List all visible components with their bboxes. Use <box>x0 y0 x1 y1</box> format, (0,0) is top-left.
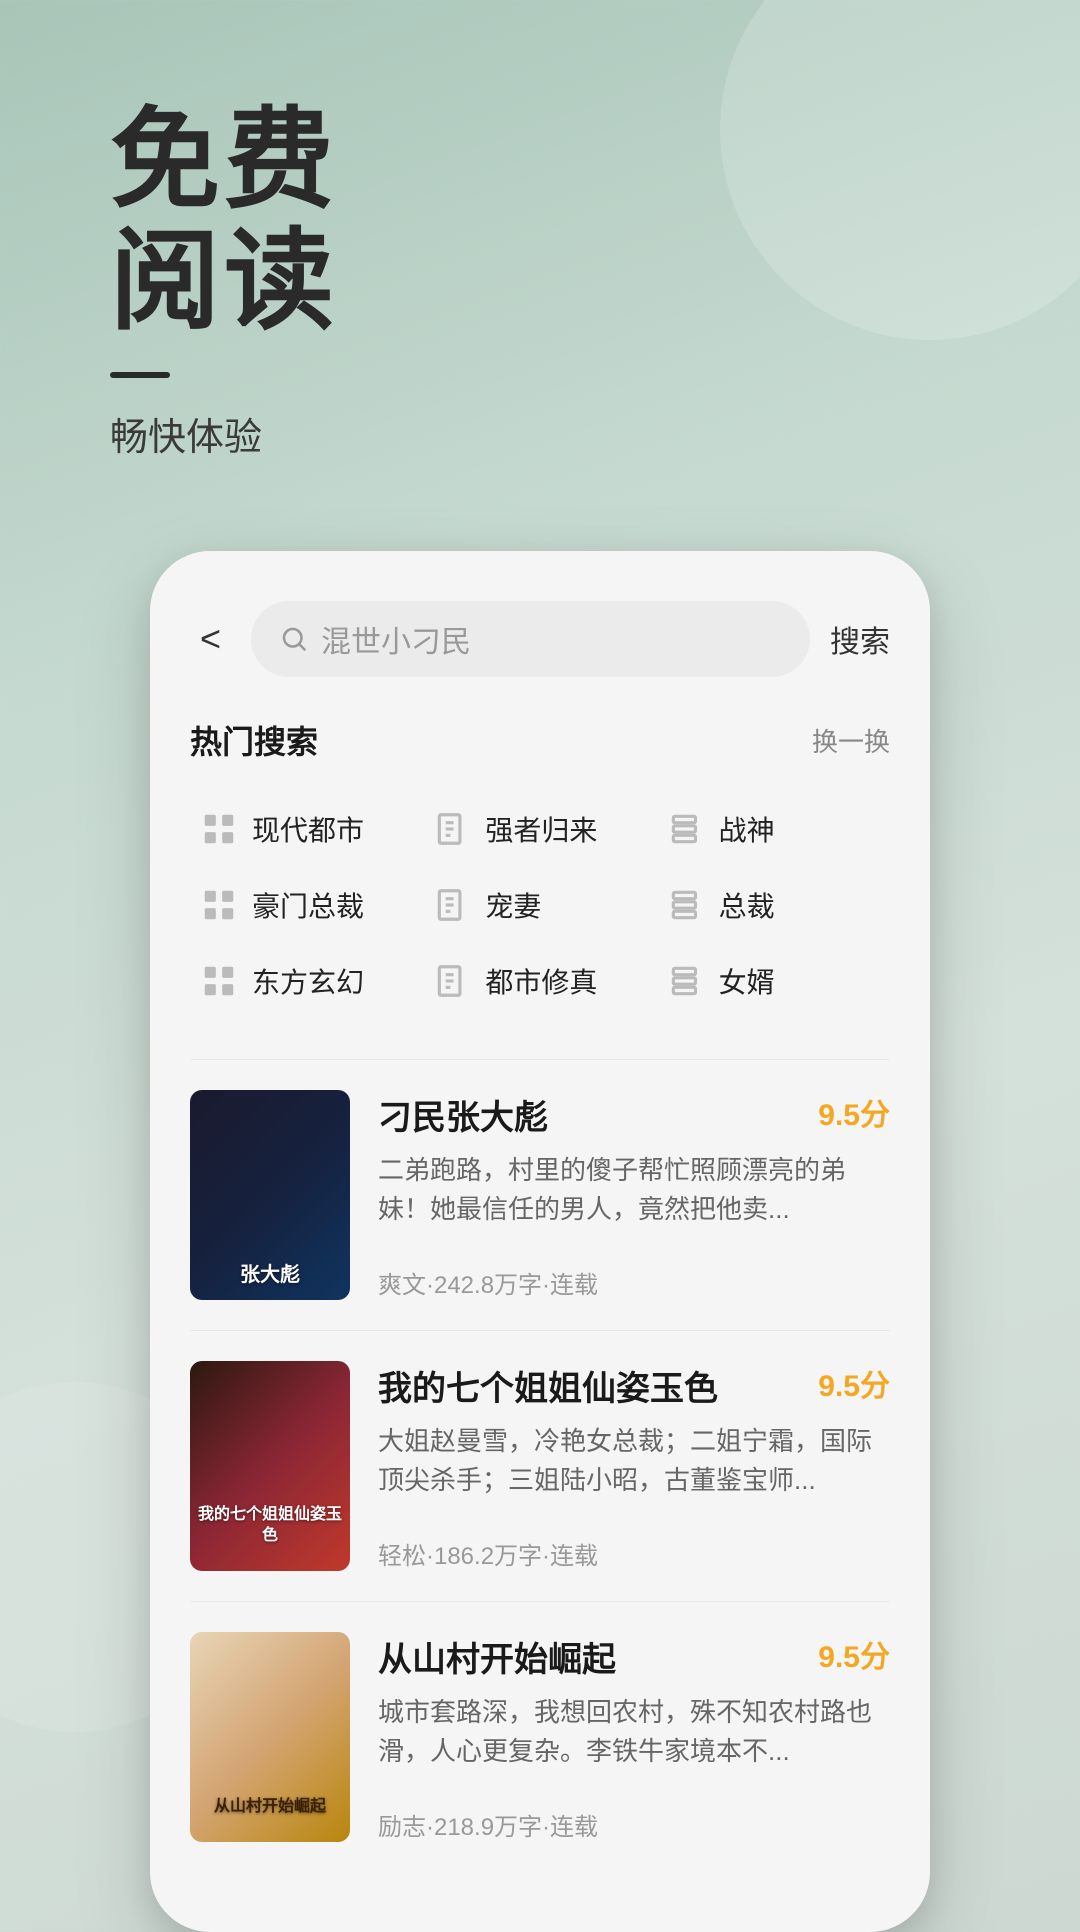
tag-grid: 现代都市 强者归来 战神 <box>190 791 890 1019</box>
grid-icon-3 <box>200 886 238 924</box>
book-list: 张大彪 刁民张大彪 9.5分 二弟跑路，村里的傻子帮忙照顾漂亮的弟妹！她最信任的… <box>190 1059 890 1872</box>
book-cover-0: 张大彪 <box>190 1090 350 1300</box>
hero-title: 免费 阅读 <box>110 100 1080 342</box>
search-row: < 混世小刁民 搜索 <box>190 601 890 677</box>
book-cover-2: 从山村开始崛起 <box>190 1632 350 1842</box>
tag-label-6: 东方玄幻 <box>252 961 364 1001</box>
book-desc-1: 大姐赵曼雪，冷艳女总裁；二姐宁霜，国际顶尖杀手；三姐陆小昭，古董鉴宝师... <box>378 1422 890 1500</box>
book-item-2[interactable]: 从山村开始崛起 从山村开始崛起 9.5分 城市套路深，我想回农村，殊不知农村路也… <box>190 1601 890 1872</box>
book-title-row-2: 从山村开始崛起 9.5分 <box>378 1632 890 1681</box>
stack-icon-2 <box>667 810 705 848</box>
book-info-2: 从山村开始崛起 9.5分 城市套路深，我想回农村，殊不知农村路也滑，人心更复杂。… <box>378 1632 890 1842</box>
book-icon-1 <box>433 810 471 848</box>
tag-label-7: 都市修真 <box>485 961 597 1001</box>
tag-label-0: 现代都市 <box>252 809 364 849</box>
book-score-0: 9.5分 <box>818 1090 890 1134</box>
book-title-row-0: 刁民张大彪 9.5分 <box>378 1090 890 1139</box>
tag-item-2[interactable]: 战神 <box>657 791 890 867</box>
tag-item-3[interactable]: 豪门总裁 <box>190 867 423 943</box>
search-icon <box>279 624 309 654</box>
book-title-row-1: 我的七个姐姐仙姿玉色 9.5分 <box>378 1361 890 1410</box>
tag-item-1[interactable]: 强者归来 <box>423 791 656 867</box>
tag-label-8: 女婿 <box>719 961 775 1001</box>
book-desc-0: 二弟跑路，村里的傻子帮忙照顾漂亮的弟妹！她最信任的男人，竟然把他卖... <box>378 1151 890 1229</box>
book-score-1: 9.5分 <box>818 1361 890 1405</box>
hero-divider <box>110 372 170 378</box>
book-info-0: 刁民张大彪 9.5分 二弟跑路，村里的傻子帮忙照顾漂亮的弟妹！她最信任的男人，竟… <box>378 1090 890 1300</box>
tag-item-5[interactable]: 总裁 <box>657 867 890 943</box>
search-button[interactable]: 搜索 <box>830 617 890 661</box>
tag-label-4: 宠妻 <box>485 885 541 925</box>
book-meta-0: 爽文·242.8万字·连载 <box>378 1265 890 1300</box>
book-desc-2: 城市套路深，我想回农村，殊不知农村路也滑，人心更复杂。李铁牛家境本不... <box>378 1693 890 1771</box>
cover-text-0: 张大彪 <box>240 1262 300 1288</box>
grid-icon-0 <box>200 810 238 848</box>
stack-icon-5 <box>667 886 705 924</box>
book-title-1: 我的七个姐姐仙姿玉色 <box>378 1361 808 1410</box>
search-placeholder: 混世小刁民 <box>321 617 471 661</box>
back-button[interactable]: < <box>190 618 231 660</box>
tag-label-2: 战神 <box>719 809 775 849</box>
book-meta-1: 轻松·186.2万字·连载 <box>378 1536 890 1571</box>
hot-search-title: 热门搜索 <box>190 717 318 763</box>
book-meta-2: 励志·218.9万字·连载 <box>378 1807 890 1842</box>
book-icon-7 <box>433 962 471 1000</box>
book-item-0[interactable]: 张大彪 刁民张大彪 9.5分 二弟跑路，村里的傻子帮忙照顾漂亮的弟妹！她最信任的… <box>190 1059 890 1330</box>
book-info-1: 我的七个姐姐仙姿玉色 9.5分 大姐赵曼雪，冷艳女总裁；二姐宁霜，国际顶尖杀手；… <box>378 1361 890 1571</box>
tag-label-5: 总裁 <box>719 885 775 925</box>
hot-search-header: 热门搜索 换一换 <box>190 717 890 763</box>
tag-label-3: 豪门总裁 <box>252 885 364 925</box>
book-title-0: 刁民张大彪 <box>378 1090 808 1139</box>
book-item-1[interactable]: 我的七个姐姐仙姿玉色 我的七个姐姐仙姿玉色 9.5分 大姐赵曼雪，冷艳女总裁；二… <box>190 1330 890 1601</box>
book-score-2: 9.5分 <box>818 1632 890 1676</box>
tag-item-0[interactable]: 现代都市 <box>190 791 423 867</box>
hero-subtitle: 畅快体验 <box>110 406 1080 461</box>
book-title-2: 从山村开始崛起 <box>378 1632 808 1681</box>
tag-label-1: 强者归来 <box>485 809 597 849</box>
tag-item-7[interactable]: 都市修真 <box>423 943 656 1019</box>
refresh-button[interactable]: 换一换 <box>812 722 890 759</box>
cover-text-2: 从山村开始崛起 <box>206 1797 334 1830</box>
tag-item-8[interactable]: 女婿 <box>657 943 890 1019</box>
book-icon-4 <box>433 886 471 924</box>
hero-section: 免费 阅读 畅快体验 <box>0 0 1080 521</box>
grid-icon-6 <box>200 962 238 1000</box>
stack-icon-8 <box>667 962 705 1000</box>
tag-item-6[interactable]: 东方玄幻 <box>190 943 423 1019</box>
book-cover-1: 我的七个姐姐仙姿玉色 <box>190 1361 350 1571</box>
cover-text-1: 我的七个姐姐仙姿玉色 <box>190 1505 350 1559</box>
phone-mockup: < 混世小刁民 搜索 热门搜索 换一换 现代都市 <box>150 551 930 1932</box>
tag-item-4[interactable]: 宠妻 <box>423 867 656 943</box>
search-input-wrap[interactable]: 混世小刁民 <box>251 601 810 677</box>
